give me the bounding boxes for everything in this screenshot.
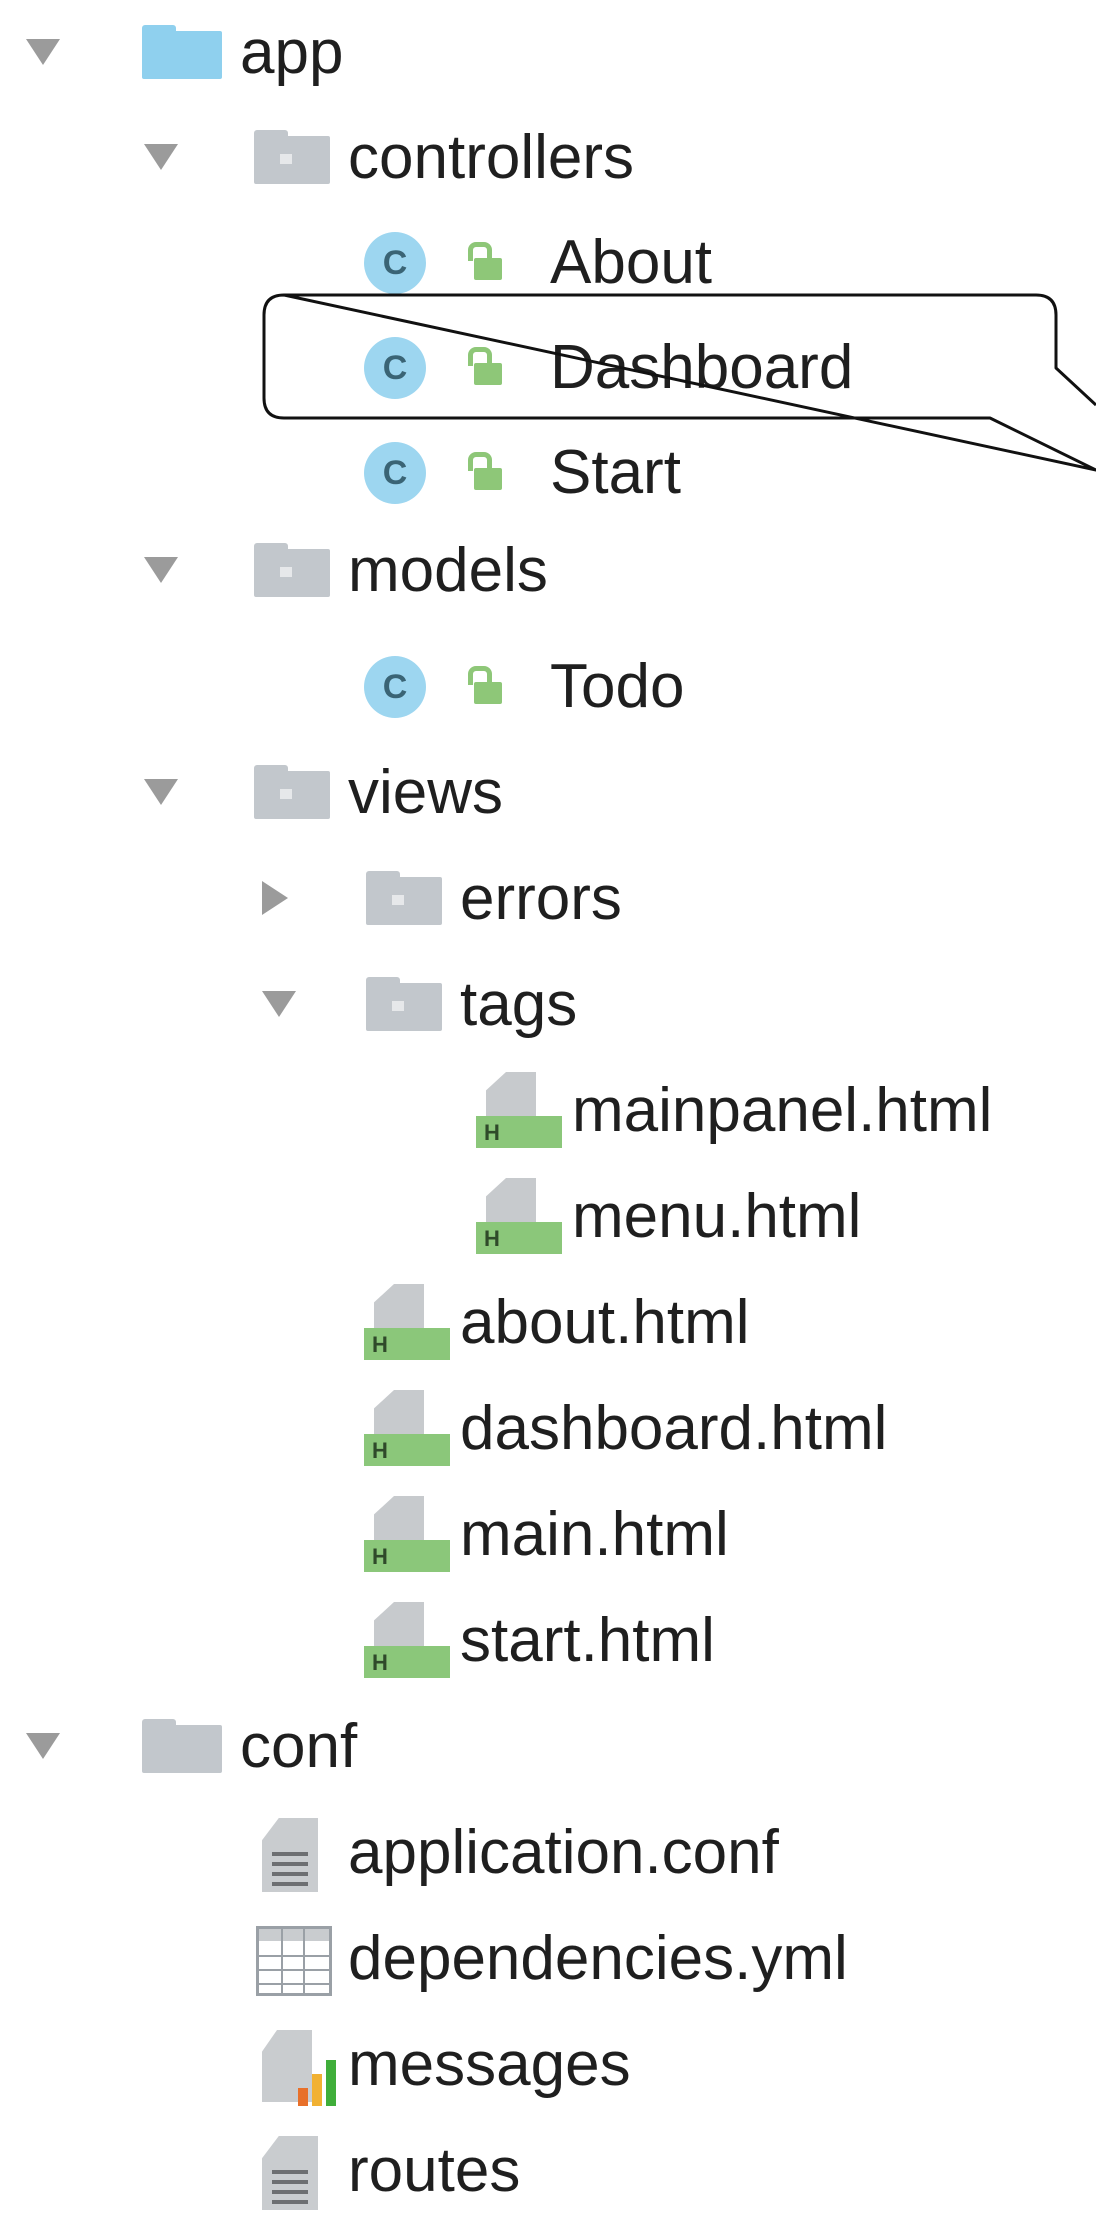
tree-node-start-class[interactable]: C Start — [0, 420, 1096, 525]
tree-node-application-conf[interactable]: application.conf — [0, 1800, 1096, 1905]
html-file-icon: H — [476, 1178, 562, 1258]
project-tree: app controllers C About C Dashboard C St… — [0, 0, 1096, 2210]
tree-node-label: Todo — [550, 652, 685, 721]
tree-node-label: routes — [348, 2136, 521, 2205]
class-icon: C — [364, 442, 426, 504]
tree-node-label: dependencies.yml — [348, 1924, 848, 1993]
folder-icon — [142, 1719, 222, 1773]
tree-node-about-class[interactable]: C About — [0, 210, 1096, 315]
tree-node-routes[interactable]: routes — [0, 2118, 1096, 2223]
yaml-file-icon — [256, 1926, 332, 1996]
html-file-icon: H — [364, 1602, 450, 1682]
tree-node-messages[interactable]: messages — [0, 2012, 1096, 2117]
tree-node-tags[interactable]: tags — [0, 952, 1096, 1057]
folder-icon — [142, 25, 222, 79]
html-file-icon: H — [476, 1072, 562, 1152]
tree-node-todo-class[interactable]: C Todo — [0, 634, 1096, 739]
tree-node-dashboard-html[interactable]: H dashboard.html — [0, 1376, 1096, 1481]
tree-node-label: tags — [460, 970, 578, 1039]
tree-node-views[interactable]: views — [0, 740, 1096, 845]
tree-node-errors[interactable]: errors — [0, 846, 1096, 951]
tree-node-label: menu.html — [572, 1182, 862, 1251]
tree-node-label: models — [348, 536, 548, 605]
tree-node-conf[interactable]: conf — [0, 1694, 1096, 1799]
tree-node-main-html[interactable]: H main.html — [0, 1482, 1096, 1587]
tree-node-label: Start — [550, 438, 681, 507]
expand-arrow-icon[interactable] — [144, 557, 178, 583]
public-lock-icon — [466, 347, 506, 387]
expand-arrow-icon[interactable] — [26, 1733, 60, 1759]
tree-node-label: Dashboard — [550, 333, 854, 402]
package-folder-icon — [254, 543, 334, 597]
class-icon: C — [364, 656, 426, 718]
public-lock-icon — [466, 452, 506, 492]
tree-node-dashboard-class[interactable]: C Dashboard — [0, 315, 1096, 420]
collapse-arrow-icon[interactable] — [262, 881, 288, 915]
public-lock-icon — [466, 242, 506, 282]
tree-node-models[interactable]: models — [0, 518, 1096, 623]
tree-node-start-html[interactable]: H start.html — [0, 1588, 1096, 1693]
tree-node-label: About — [550, 228, 713, 297]
tree-node-dependencies-yml[interactable]: dependencies.yml — [0, 1906, 1096, 2011]
tree-node-label: dashboard.html — [460, 1394, 888, 1463]
package-folder-icon — [254, 765, 334, 819]
tree-node-label: messages — [348, 2030, 631, 2099]
tree-node-label: about.html — [460, 1288, 750, 1357]
tree-node-label: conf — [240, 1712, 358, 1781]
public-lock-icon — [466, 666, 506, 706]
package-folder-icon — [254, 130, 334, 184]
tree-node-label: app — [240, 18, 344, 87]
package-folder-icon — [366, 871, 446, 925]
tree-node-label: mainpanel.html — [572, 1076, 993, 1145]
tree-node-about-html[interactable]: H about.html — [0, 1270, 1096, 1375]
properties-file-icon — [262, 2030, 346, 2108]
tree-node-menu-html[interactable]: H menu.html — [0, 1164, 1096, 1269]
expand-arrow-icon[interactable] — [26, 39, 60, 65]
text-file-icon — [262, 1818, 318, 1892]
class-icon: C — [364, 337, 426, 399]
tree-node-label: application.conf — [348, 1818, 779, 1887]
expand-arrow-icon[interactable] — [144, 779, 178, 805]
tree-node-label: main.html — [460, 1500, 729, 1569]
package-folder-icon — [366, 977, 446, 1031]
html-file-icon: H — [364, 1496, 450, 1576]
tree-node-label: errors — [460, 864, 622, 933]
text-file-icon — [262, 2136, 318, 2210]
tree-node-app[interactable]: app — [0, 0, 1096, 105]
tree-node-label: views — [348, 758, 504, 827]
tree-node-mainpanel-html[interactable]: H mainpanel.html — [0, 1058, 1096, 1163]
tree-node-controllers[interactable]: controllers — [0, 105, 1096, 210]
expand-arrow-icon[interactable] — [262, 991, 296, 1017]
expand-arrow-icon[interactable] — [144, 144, 178, 170]
html-file-icon: H — [364, 1284, 450, 1364]
tree-node-label: start.html — [460, 1606, 715, 1675]
class-icon: C — [364, 232, 426, 294]
html-file-icon: H — [364, 1390, 450, 1470]
tree-node-label: controllers — [348, 123, 634, 192]
